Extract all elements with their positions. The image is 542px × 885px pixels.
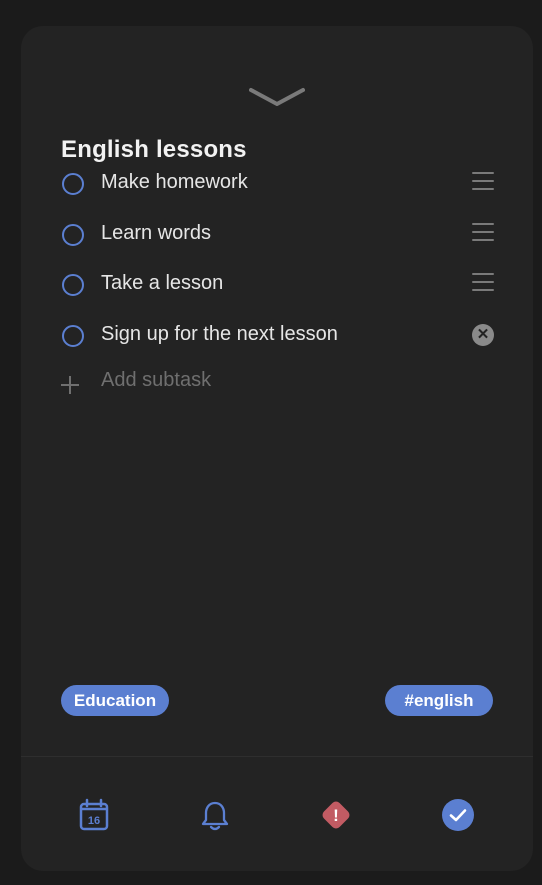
bell-icon[interactable] xyxy=(198,798,232,832)
priority-mark: ! xyxy=(333,806,339,825)
calendar-day: 16 xyxy=(88,815,100,827)
calendar-icon[interactable]: 16 xyxy=(77,798,111,832)
subtask-checkbox[interactable] xyxy=(62,325,84,347)
plus-icon[interactable] xyxy=(61,376,79,394)
subtask-row[interactable]: Make homework xyxy=(21,163,533,207)
collapse-chevron-icon[interactable] xyxy=(249,86,305,108)
category-tag[interactable]: Education xyxy=(61,685,169,716)
done-check-icon[interactable] xyxy=(441,798,475,832)
subtask-row[interactable]: Sign up for the next lesson ✕ xyxy=(21,315,533,359)
drag-handle-icon[interactable] xyxy=(472,273,494,293)
task-title[interactable]: English lessons xyxy=(61,136,247,164)
subtask-row[interactable]: Take a lesson xyxy=(21,264,533,308)
hashtag-tag[interactable]: #english xyxy=(385,685,493,716)
priority-icon[interactable]: ! xyxy=(318,797,354,833)
drag-handle-icon[interactable] xyxy=(472,172,494,192)
drag-handle-icon[interactable] xyxy=(472,223,494,243)
add-subtask-label[interactable]: Add subtask xyxy=(101,369,211,392)
subtask-label[interactable]: Take a lesson xyxy=(101,272,223,295)
subtask-row[interactable]: Learn words xyxy=(21,214,533,258)
add-subtask-row[interactable]: Add subtask xyxy=(21,369,533,415)
task-detail-sheet: English lessons Make homework Learn word… xyxy=(21,26,533,871)
subtask-input[interactable]: Sign up for the next lesson xyxy=(101,323,338,346)
toolbar-divider xyxy=(21,756,533,757)
subtask-checkbox[interactable] xyxy=(62,173,84,195)
subtask-label[interactable]: Learn words xyxy=(101,222,211,245)
clear-icon[interactable]: ✕ xyxy=(472,324,494,346)
subtask-checkbox[interactable] xyxy=(62,224,84,246)
subtask-checkbox[interactable] xyxy=(62,274,84,296)
subtask-label[interactable]: Make homework xyxy=(101,171,248,194)
